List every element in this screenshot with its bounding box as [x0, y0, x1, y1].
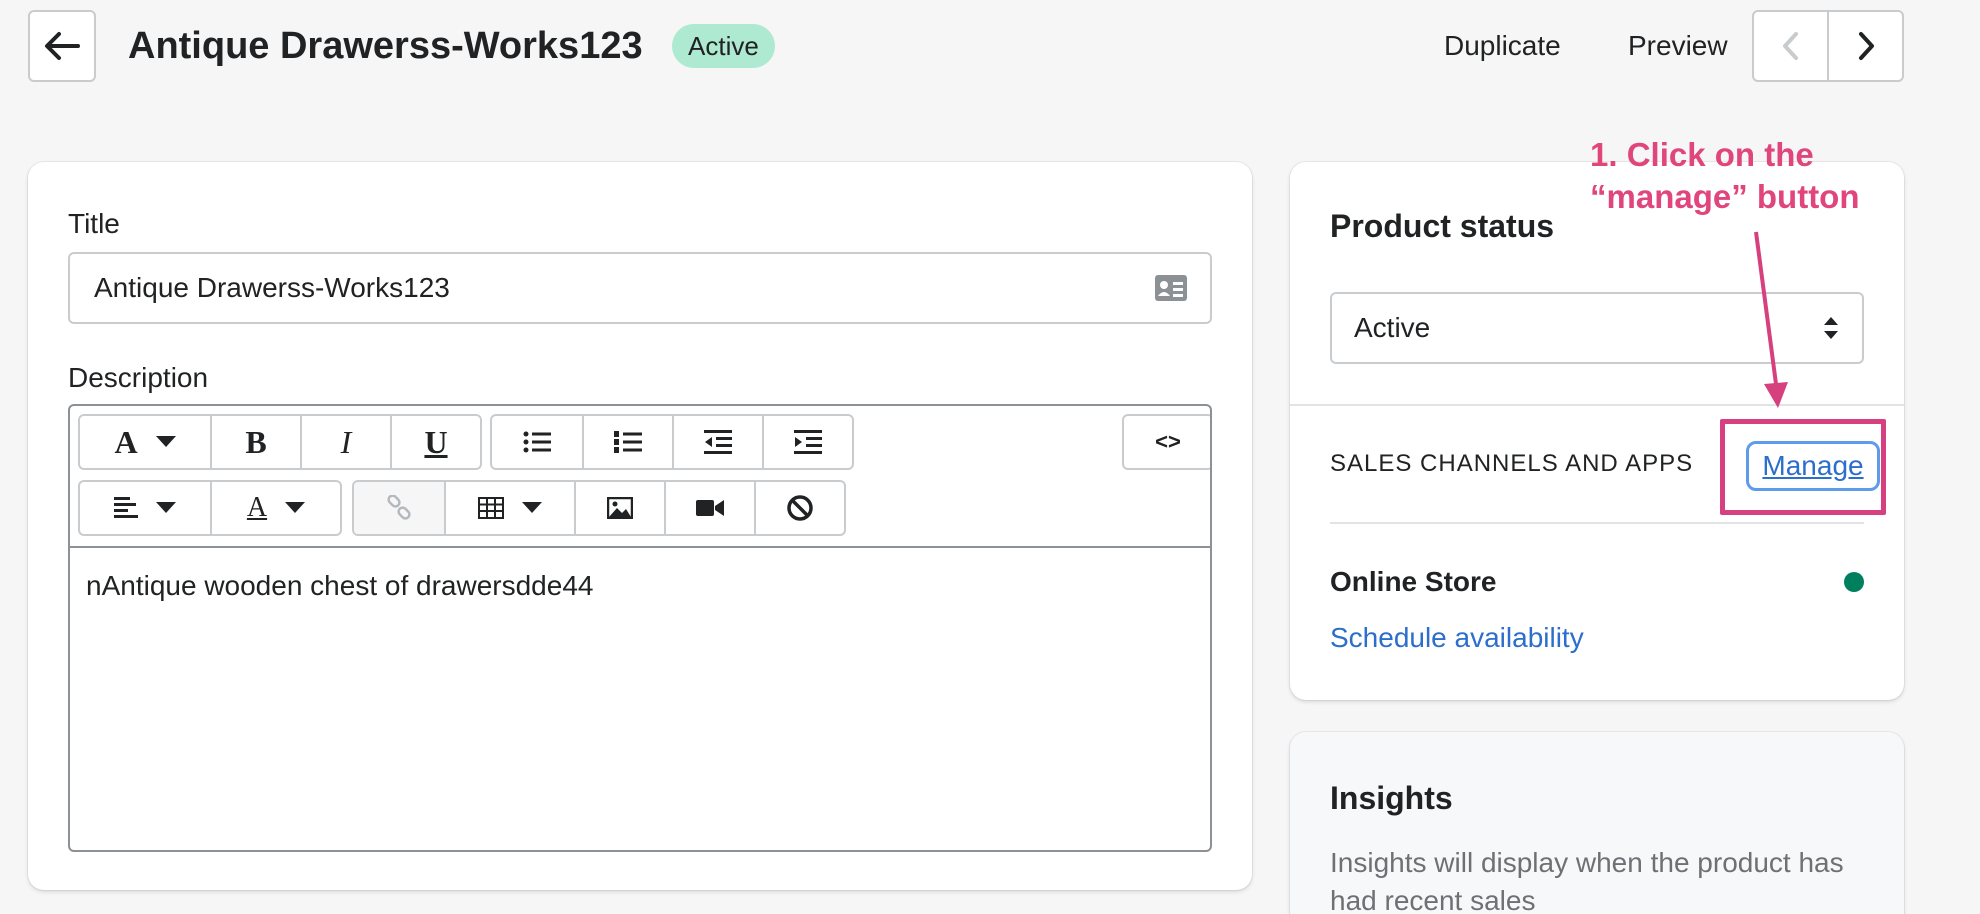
insert-image-button[interactable] — [574, 482, 664, 534]
insert-group — [352, 480, 846, 536]
description-editor: A B I U <> A nAntique wooden chest of dr… — [68, 404, 1212, 852]
outdent-button[interactable] — [672, 416, 762, 468]
insights-heading: Insights — [1330, 780, 1453, 816]
annotation-instruction: 1. Click on the “manage” button — [1590, 136, 1860, 215]
image-icon — [607, 497, 633, 519]
chevron-right-icon — [1858, 32, 1874, 60]
caret-down-icon — [522, 502, 542, 513]
chevron-left-icon — [1782, 32, 1798, 60]
title-input-value: Antique Drawerss-Works123 — [94, 272, 450, 303]
link-icon — [387, 495, 411, 520]
insights-description: Insights will display when the product h… — [1330, 847, 1844, 914]
bold-glyph: B — [245, 423, 267, 460]
select-arrows-icon — [1824, 317, 1838, 339]
product-details-card: Title Antique Drawerss-Works123 Descript… — [28, 162, 1252, 890]
page-title: Antique Drawerss-Works123 — [128, 25, 643, 67]
source-code-group: <> — [1122, 414, 1210, 470]
annotation-highlight-box — [1720, 419, 1886, 515]
status-badge: Active — [672, 24, 775, 68]
align-left-icon — [114, 497, 138, 518]
insert-link-button[interactable] — [354, 482, 444, 534]
caret-down-icon — [155, 436, 176, 447]
bold-button[interactable]: B — [210, 416, 300, 468]
italic-glyph: I — [340, 423, 352, 460]
indent-icon — [794, 430, 822, 454]
editor-toolbar: A B I U <> A — [70, 406, 1210, 548]
insights-card: Insights Insights will display when the … — [1290, 732, 1904, 914]
duplicate-button[interactable]: Duplicate — [1444, 24, 1561, 68]
insert-video-button[interactable] — [664, 482, 754, 534]
italic-button[interactable]: I — [300, 416, 390, 468]
alignment-color-group: A — [78, 480, 342, 536]
bullet-list-icon — [523, 431, 551, 453]
underline-button[interactable]: U — [390, 416, 480, 468]
clear-formatting-button[interactable] — [754, 482, 844, 534]
font-style-button[interactable]: A — [80, 416, 210, 468]
video-camera-icon — [696, 500, 724, 516]
bullet-list-button[interactable] — [492, 416, 582, 468]
product-pager — [1752, 10, 1904, 82]
description-label: Description — [68, 362, 209, 393]
table-icon — [478, 497, 504, 519]
indent-button[interactable] — [762, 416, 852, 468]
product-status-heading: Product status — [1330, 208, 1555, 244]
channels-divider — [1330, 522, 1864, 524]
text-color-glyph: A — [246, 492, 268, 523]
caret-down-icon — [156, 502, 176, 513]
insert-table-button[interactable] — [444, 482, 574, 534]
numbered-list-icon — [614, 431, 642, 453]
numbered-list-button[interactable] — [582, 416, 672, 468]
code-icon: <> — [1155, 429, 1181, 454]
title-input[interactable]: Antique Drawerss-Works123 — [68, 252, 1212, 324]
clear-format-icon — [787, 495, 813, 521]
back-button[interactable] — [28, 10, 96, 82]
description-text-area[interactable]: nAntique wooden chest of drawersdde44 — [70, 548, 1210, 624]
product-status-select[interactable]: Active — [1330, 292, 1864, 364]
schedule-availability-link[interactable]: Schedule availability — [1330, 622, 1584, 654]
preview-button[interactable]: Preview — [1628, 24, 1728, 68]
text-format-group: A B I U — [78, 414, 482, 470]
outdent-icon — [704, 430, 732, 454]
html-source-button[interactable]: <> — [1124, 416, 1210, 468]
sales-channels-label: SALES CHANNELS AND APPS — [1330, 450, 1694, 477]
online-store-channel: Online Store — [1330, 566, 1497, 597]
product-edit-page: Antique Drawerss-Works123 Active Duplica… — [0, 0, 1980, 914]
description-text: nAntique wooden chest of drawersdde44 — [86, 570, 594, 601]
list-indent-group — [490, 414, 854, 470]
underline-glyph: U — [424, 423, 448, 460]
section-divider — [1290, 404, 1904, 406]
caret-down-icon — [285, 502, 306, 513]
align-button[interactable] — [80, 482, 210, 534]
title-label: Title — [68, 208, 120, 239]
product-status-value: Active — [1354, 312, 1431, 343]
contact-card-icon — [1155, 275, 1187, 301]
text-color-button[interactable]: A — [210, 482, 340, 534]
font-style-glyph: A — [114, 423, 138, 460]
channel-active-indicator — [1844, 572, 1864, 592]
next-product-button[interactable] — [1827, 12, 1902, 80]
arrow-left-icon — [45, 32, 80, 60]
previous-product-button[interactable] — [1754, 12, 1827, 80]
